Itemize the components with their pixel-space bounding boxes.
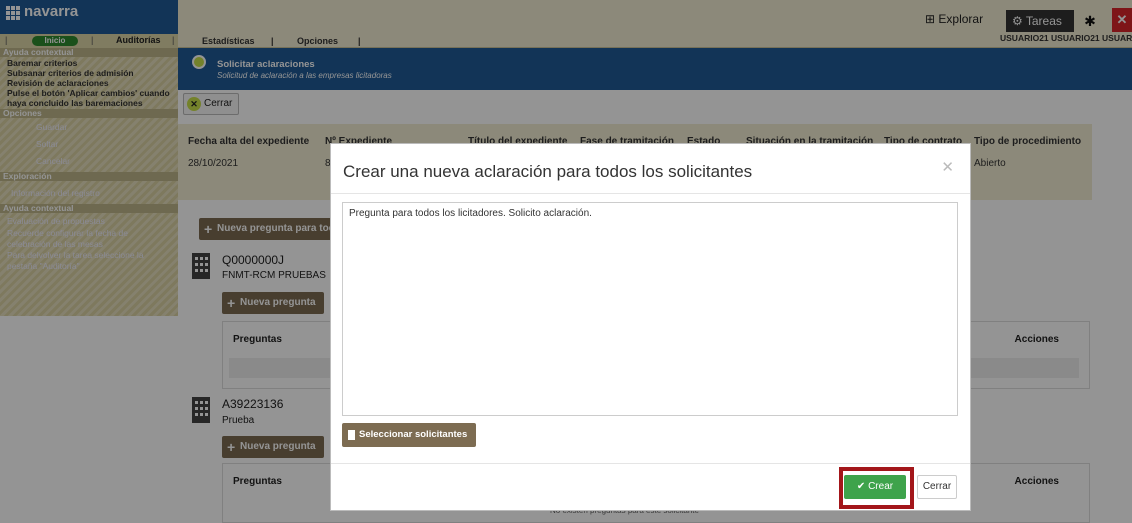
dialog-title: Crear una nueva aclaración para todos lo… bbox=[343, 162, 753, 181]
pregunta-textarea[interactable]: Pregunta para todos los licitadores. Sol… bbox=[342, 202, 958, 416]
divider bbox=[331, 193, 970, 194]
close-icon[interactable]: ✕ bbox=[941, 158, 954, 176]
divider bbox=[331, 463, 970, 464]
crear-button[interactable]: ✔ Crear bbox=[844, 475, 906, 499]
check-icon: ✔ bbox=[856, 481, 869, 492]
cerrar-button[interactable]: Cerrar bbox=[917, 475, 957, 499]
document-icon bbox=[348, 430, 355, 440]
seleccionar-solicitantes-button[interactable]: Seleccionar solicitantes bbox=[342, 423, 476, 447]
crear-aclaracion-dialog: Crear una nueva aclaración para todos lo… bbox=[330, 143, 971, 511]
